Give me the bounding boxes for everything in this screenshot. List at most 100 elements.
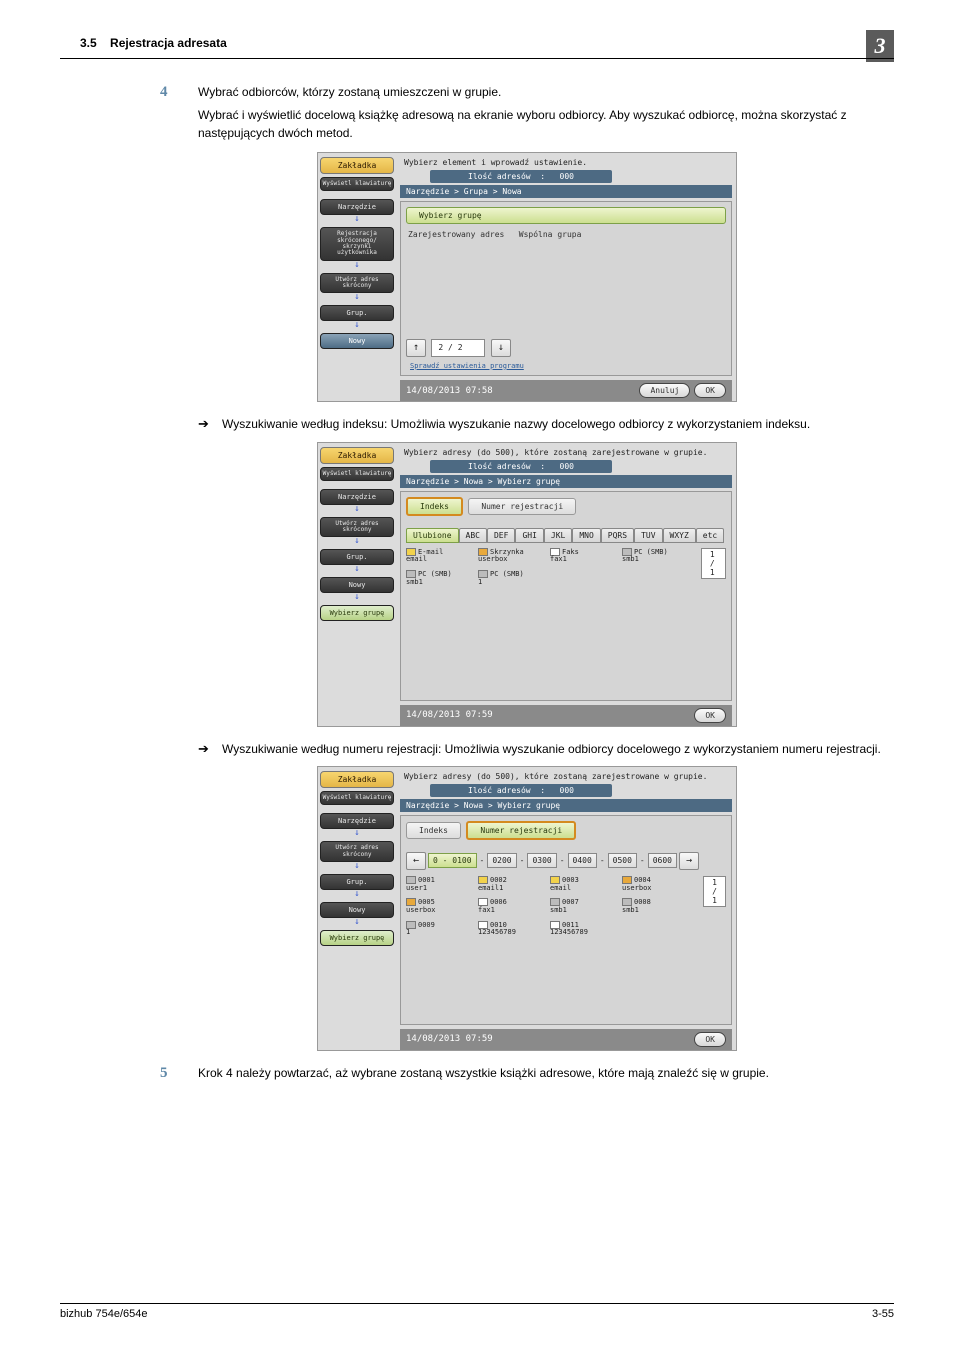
ok-button[interactable]: OK — [694, 1032, 726, 1047]
address-card[interactable]: 00091 — [406, 921, 468, 937]
address-card[interactable]: 0001user1 — [406, 876, 468, 892]
sidebar-heading-zakladka[interactable]: Zakładka — [320, 771, 394, 788]
tab-index[interactable]: Indeks — [406, 497, 463, 516]
range-0300[interactable]: 0300 — [527, 853, 556, 868]
sidebar-btn-tool[interactable]: Narzędzie — [320, 813, 394, 829]
sidebar-btn-new[interactable]: Nowy — [320, 902, 394, 918]
ok-button[interactable]: OK — [694, 708, 726, 723]
card-line2: fax1 — [478, 907, 540, 915]
address-card[interactable]: Skrzynkauserbox — [478, 548, 540, 564]
range-0500[interactable]: 0500 — [608, 853, 637, 868]
top-rule — [60, 58, 894, 59]
address-card[interactable]: 0007smb1 — [550, 898, 612, 914]
sidebar-btn-group[interactable]: Grup. — [320, 549, 394, 565]
card-line2: 123456789 — [478, 929, 540, 937]
check-settings-link[interactable]: Sprawdź ustawienia programu — [410, 363, 726, 370]
col-registered-address: Zarejestrowany adres — [408, 230, 504, 239]
index-tab-mno[interactable]: MNO — [572, 528, 600, 543]
sidebar-heading-zakladka[interactable]: Zakładka — [320, 447, 394, 464]
address-card[interactable]: 0003email — [550, 876, 612, 892]
sidebar-btn-tool[interactable]: Narzędzie — [320, 489, 394, 505]
card-line2: userbox — [622, 885, 684, 893]
arrow-down-icon: ↓ — [320, 537, 394, 546]
step-sub-text: Wybrać i wyświetlić docelową książkę adr… — [198, 107, 894, 142]
sidebar-btn-group[interactable]: Grup. — [320, 305, 394, 321]
sidebar-btn-keyboard[interactable]: Wyświetl klawiaturę — [320, 467, 394, 481]
page-indicator: 2 / 2 — [431, 339, 485, 357]
index-tab-abc[interactable]: ABC — [459, 528, 487, 543]
card-line2: 1 — [478, 579, 540, 587]
address-card[interactable]: PC (SMB)1 — [478, 570, 540, 586]
address-card[interactable]: 0011123456789 — [550, 921, 612, 937]
card-line1: 0001 — [418, 876, 435, 884]
address-card[interactable]: PC (SMB)smb1 — [406, 570, 468, 586]
card-line1: 0009 — [418, 921, 435, 929]
address-card[interactable]: Faksfax1 — [550, 548, 612, 564]
tab-index[interactable]: Indeks — [406, 822, 461, 839]
address-card[interactable]: E-mailemail — [406, 548, 468, 564]
index-tab-jkl[interactable]: JKL — [544, 528, 572, 543]
arrow-down-icon: ↓ — [320, 862, 394, 871]
sidebar-btn-select-group[interactable]: Wybierz grupę — [320, 605, 394, 621]
index-tab-wxyz[interactable]: WXYZ — [663, 528, 696, 543]
address-card[interactable]: 0002email1 — [478, 876, 540, 892]
count-label: Ilość adresów — [468, 462, 531, 471]
address-count: Ilość adresów : 000 — [430, 784, 612, 797]
section-title: Rejestracja adresata — [110, 36, 227, 50]
pager: ↑ 2 / 2 ↓ — [406, 339, 726, 357]
range-0-0100[interactable]: 0 - 0100 — [428, 853, 477, 868]
card-line2: smb1 — [406, 579, 468, 587]
select-group-button[interactable]: Wybierz grupę — [406, 207, 726, 224]
cancel-button[interactable]: Anuluj — [639, 383, 690, 398]
sidebar-btn-create-shortcut[interactable]: Utwórz adres skrócony — [320, 841, 394, 862]
card-line2: smb1 — [550, 907, 612, 915]
ok-button[interactable]: OK — [694, 383, 726, 398]
panel-instruction: Wybierz adresy (do 500), które zostaną z… — [400, 771, 732, 784]
address-card[interactable]: 0004userbox — [622, 876, 684, 892]
index-tab-tuv[interactable]: TUV — [634, 528, 662, 543]
arrow-right-icon: ➔ — [198, 416, 222, 433]
sidebar-btn-select-group[interactable]: Wybierz grupę — [320, 930, 394, 946]
index-tab-def[interactable]: DEF — [487, 528, 515, 543]
section-header: 3.5 Rejestracja adresata — [80, 36, 227, 50]
range-next-button[interactable]: → — [679, 852, 699, 870]
type-icon — [622, 876, 632, 884]
sidebar-btn-keyboard[interactable]: Wyświetl klawiaturę — [320, 177, 394, 191]
step-number: 5 — [160, 1065, 198, 1082]
sidebar-btn-register[interactable]: Rejestracja skróconego/ skrzynki użytkow… — [320, 227, 394, 260]
range-0200[interactable]: 0200 — [487, 853, 516, 868]
sidebar-btn-tool[interactable]: Narzędzie — [320, 199, 394, 215]
index-tab-favorites[interactable]: Ulubione — [406, 528, 459, 543]
arrow-down-icon: ↓ — [320, 593, 394, 602]
sidebar-btn-new[interactable]: Nowy — [320, 577, 394, 593]
sidebar-btn-create-shortcut[interactable]: Utwórz adres skrócony — [320, 273, 394, 294]
range-0600[interactable]: 0600 — [648, 853, 677, 868]
card-line2: smb1 — [622, 907, 684, 915]
sidebar: Zakładka Wyświetl klawiaturę Narzędzie ↓… — [318, 443, 396, 726]
address-card[interactable]: PC (SMB)smb1 — [622, 548, 684, 564]
tab-registration-number[interactable]: Numer rejestracji — [468, 498, 576, 515]
range-prev-button[interactable]: ← — [406, 852, 426, 870]
sidebar-btn-new[interactable]: Nowy — [320, 333, 394, 349]
sidebar-btn-create-shortcut[interactable]: Utwórz adres skrócony — [320, 517, 394, 538]
breadcrumb: Narzędzie > Grupa > Nowa — [400, 185, 732, 198]
range-0400[interactable]: 0400 — [568, 853, 597, 868]
step-text: Wybrać odbiorców, którzy zostaną umieszc… — [198, 84, 894, 101]
tab-registration-number[interactable]: Numer rejestracji — [466, 821, 576, 840]
page-down-button[interactable]: ↓ — [491, 339, 511, 357]
address-card[interactable]: 0005userbox — [406, 898, 468, 914]
page-up-button[interactable]: ↑ — [406, 339, 426, 357]
arrow-down-icon: ↓ — [320, 918, 394, 927]
index-tab-pqrs[interactable]: PQRS — [601, 528, 634, 543]
card-line2: email — [550, 885, 612, 893]
type-icon — [406, 570, 416, 578]
address-card[interactable]: 0010123456789 — [478, 921, 540, 937]
sidebar-heading-zakladka[interactable]: Zakładka — [320, 157, 394, 174]
address-card[interactable]: 0008smb1 — [622, 898, 684, 914]
sidebar-btn-keyboard[interactable]: Wyświetl klawiaturę — [320, 791, 394, 805]
sidebar-btn-group[interactable]: Grup. — [320, 874, 394, 890]
page-indicator: 1 / 1 — [703, 876, 726, 907]
index-tab-ghi[interactable]: GHI — [515, 528, 543, 543]
address-card[interactable]: 0006fax1 — [478, 898, 540, 914]
index-tab-etc[interactable]: etc — [696, 528, 724, 543]
